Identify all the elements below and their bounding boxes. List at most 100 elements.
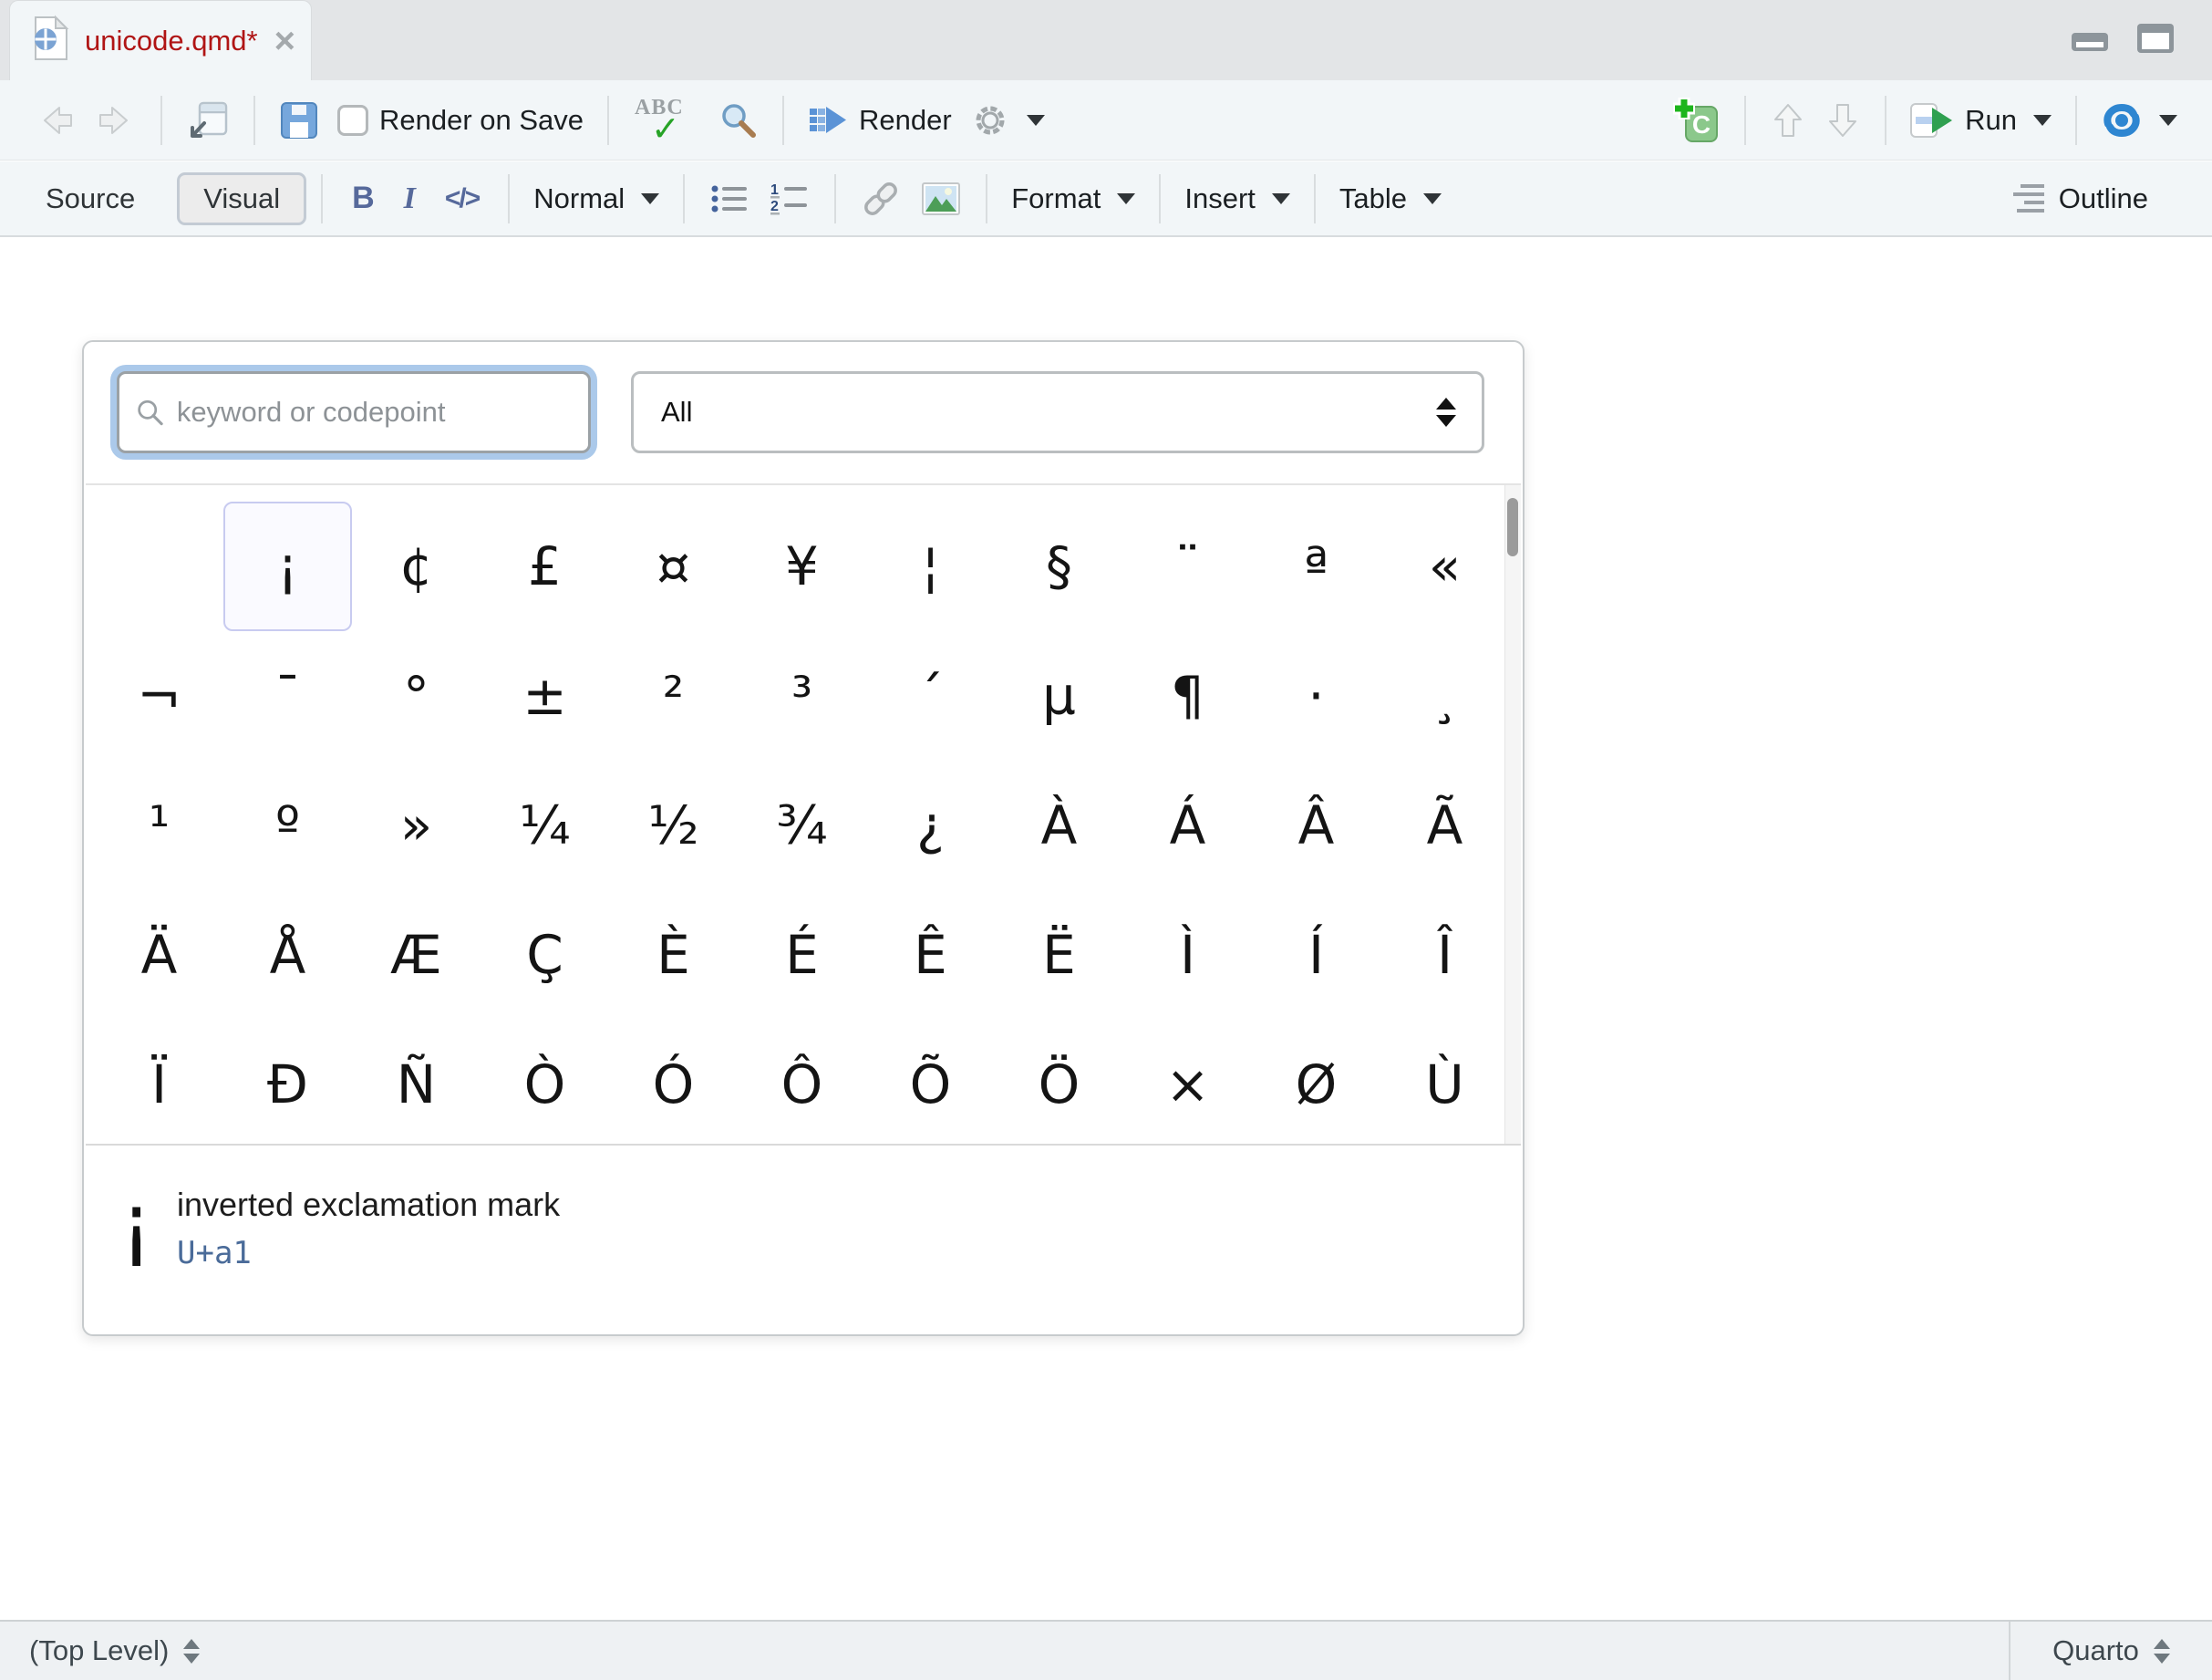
char-cell[interactable]: ¼ xyxy=(481,761,609,890)
char-cell[interactable]: « xyxy=(1380,502,1509,631)
char-cell[interactable]: ¥ xyxy=(738,502,866,631)
char-cell[interactable]: Ê xyxy=(866,890,995,1020)
source-mode-button[interactable]: Source xyxy=(27,173,153,224)
char-cell[interactable]: ¬ xyxy=(95,631,223,761)
scrollbar-thumb[interactable] xyxy=(1507,498,1518,556)
char-cell[interactable]: Ó xyxy=(609,1020,738,1146)
char-cell[interactable]: Ì xyxy=(1123,890,1252,1020)
bullet-list-button[interactable] xyxy=(699,181,760,216)
char-cell[interactable]: ² xyxy=(609,631,738,761)
code-button[interactable]: </> xyxy=(430,183,493,214)
codepoint-search-field[interactable] xyxy=(117,371,591,453)
char-cell[interactable]: Æ xyxy=(352,890,481,1020)
tab-close-icon[interactable]: × xyxy=(274,23,295,59)
char-cell[interactable]: Ï xyxy=(95,1020,223,1146)
outline-toggle-button[interactable]: Outline xyxy=(2008,182,2148,215)
open-in-new-window-button[interactable] xyxy=(177,99,239,141)
run-button[interactable]: Run xyxy=(1901,102,2061,139)
char-cell[interactable]: Ô xyxy=(738,1020,866,1146)
char-cell[interactable]: Ð xyxy=(223,1020,352,1146)
back-button[interactable] xyxy=(26,101,86,140)
table-menu[interactable]: Table xyxy=(1330,182,1451,215)
char-cell[interactable]: ¤ xyxy=(609,502,738,631)
char-cell[interactable]: ¦ xyxy=(866,502,995,631)
char-cell[interactable]: ¡ xyxy=(223,502,352,631)
italic-button[interactable]: I xyxy=(389,181,430,216)
char-cell[interactable]: ½ xyxy=(609,761,738,890)
insert-image-button[interactable] xyxy=(911,180,971,218)
bullet-list-icon xyxy=(708,181,750,216)
block-filter-select[interactable]: All xyxy=(631,371,1484,453)
char-cell[interactable]: · xyxy=(1252,631,1380,761)
insert-chunk-button[interactable]: C xyxy=(1662,96,1730,145)
char-cell[interactable]: µ xyxy=(995,631,1123,761)
numbered-list-button[interactable]: 1 2 xyxy=(760,181,820,216)
char-cell[interactable]: Ø xyxy=(1252,1020,1380,1146)
search-input[interactable] xyxy=(177,396,572,429)
char-cell[interactable]: ª xyxy=(1252,502,1380,631)
previous-chunk-button[interactable] xyxy=(1761,99,1815,141)
char-cell[interactable]: º xyxy=(223,761,352,890)
char-cell[interactable]: Í xyxy=(1252,890,1380,1020)
grid-scrollbar[interactable] xyxy=(1504,485,1521,1144)
char-cell[interactable]: » xyxy=(352,761,481,890)
char-cell[interactable]: Á xyxy=(1123,761,1252,890)
visual-mode-button[interactable]: Visual xyxy=(177,172,306,225)
next-chunk-button[interactable] xyxy=(1815,99,1870,141)
char-cell[interactable]: Ö xyxy=(995,1020,1123,1146)
char-grid: ¡¢£¤¥¦§¨ª« ¬¯°±²³´µ¶·¸ ¹º»¼½¾¿ÀÁÂÃ ÄÅÆÇÈÉÊË… xyxy=(95,502,1509,1146)
char-cell[interactable]: Î xyxy=(1380,890,1509,1020)
insert-menu[interactable]: Insert xyxy=(1175,182,1299,215)
char-cell[interactable]: ¹ xyxy=(95,761,223,890)
maximize-pane-icon[interactable] xyxy=(2135,22,2176,59)
char-cell[interactable]: Ñ xyxy=(352,1020,481,1146)
char-cell[interactable]: Ë xyxy=(995,890,1123,1020)
char-cell[interactable]: Ã xyxy=(1380,761,1509,890)
char-cell[interactable]: ¶ xyxy=(1123,631,1252,761)
bold-button[interactable]: B xyxy=(337,181,389,216)
char-cell[interactable]: Ä xyxy=(95,890,223,1020)
char-cell[interactable]: É xyxy=(738,890,866,1020)
char-cell[interactable]: ± xyxy=(481,631,609,761)
char-cell[interactable]: ¸ xyxy=(1380,631,1509,761)
char-cell[interactable]: ¢ xyxy=(352,502,481,631)
char-cell[interactable]: Ò xyxy=(481,1020,609,1146)
scope-selector[interactable]: (Top Level) xyxy=(0,1634,200,1667)
char-cell[interactable]: Ù xyxy=(1380,1020,1509,1146)
find-replace-button[interactable] xyxy=(708,99,768,141)
char-cell[interactable]: ° xyxy=(352,631,481,761)
char-cell[interactable]: ¨ xyxy=(1123,502,1252,631)
render-on-save-checkbox[interactable] xyxy=(337,105,368,136)
render-on-save-toggle[interactable]: Render on Save xyxy=(328,104,593,137)
char-cell[interactable]: § xyxy=(995,502,1123,631)
char-cell[interactable]: Õ xyxy=(866,1020,995,1146)
save-button[interactable] xyxy=(270,100,328,140)
minimize-pane-icon[interactable] xyxy=(2070,27,2110,59)
char-cell[interactable]: À xyxy=(995,761,1123,890)
editor-canvas[interactable]: All ¡¢£¤¥¦§¨ª« ¬¯°±²³´µ¶·¸ ¹º»¼½¾¿ÀÁÂÃ ÄÅÆÇ… xyxy=(0,237,2212,1620)
char-cell[interactable]: ¾ xyxy=(738,761,866,890)
source-rerun-button[interactable] xyxy=(2092,102,2186,139)
up-arrow-icon xyxy=(1775,105,1801,136)
char-cell[interactable]: Â xyxy=(1252,761,1380,890)
char-cell[interactable]: È xyxy=(609,890,738,1020)
char-cell[interactable]: ´ xyxy=(866,631,995,761)
char-cell[interactable]: × xyxy=(1123,1020,1252,1146)
file-type-selector[interactable]: Quarto xyxy=(2009,1622,2212,1680)
forward-button[interactable] xyxy=(86,101,146,140)
char-cell[interactable]: £ xyxy=(481,502,609,631)
char-cell xyxy=(95,502,223,631)
tab-unicode-qmd[interactable]: unicode.qmd* × xyxy=(9,0,312,80)
char-cell[interactable]: ¯ xyxy=(223,631,352,761)
format-menu[interactable]: Format xyxy=(1002,182,1144,215)
spellcheck-button[interactable]: ABC ✓ xyxy=(624,94,708,147)
sync-icon xyxy=(2101,102,2143,139)
char-cell[interactable]: ¿ xyxy=(866,761,995,890)
render-options-button[interactable] xyxy=(961,100,1054,140)
render-button[interactable]: Render xyxy=(799,103,961,138)
char-cell[interactable]: ³ xyxy=(738,631,866,761)
char-cell[interactable]: Å xyxy=(223,890,352,1020)
paragraph-style-dropdown[interactable]: Normal xyxy=(524,182,668,215)
char-cell[interactable]: Ç xyxy=(481,890,609,1020)
insert-link-button[interactable] xyxy=(851,181,911,217)
